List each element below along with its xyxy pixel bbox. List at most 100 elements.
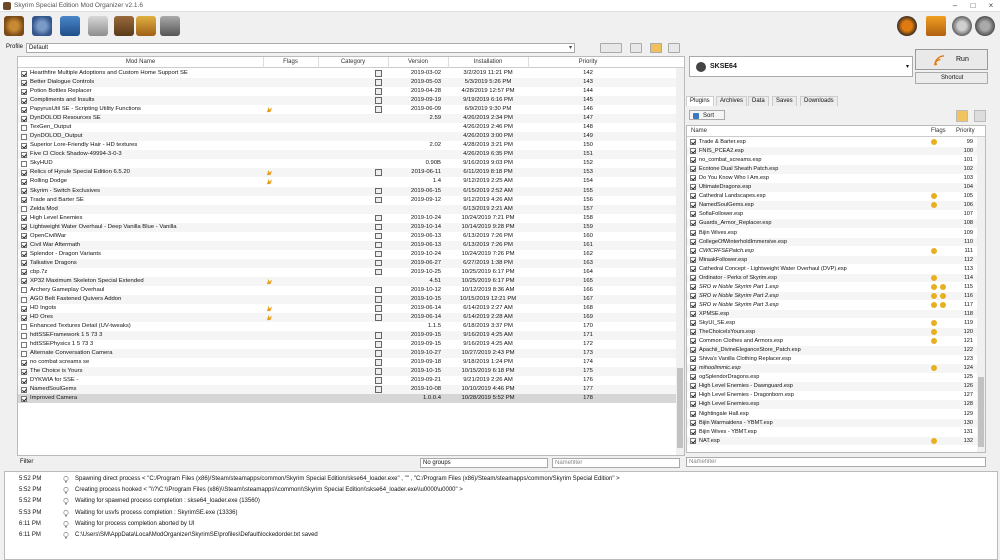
mod-row[interactable]: Civil War Aftermath 2019-06-13 6/13/2019 7… — [18, 240, 684, 250]
column-priority[interactable]: Priority — [543, 59, 633, 65]
mod-row[interactable]: The Choice is Yours 2019-10-15 10/15/2019 … — [18, 367, 684, 377]
column-plugin-priority[interactable]: Priority — [956, 128, 975, 134]
mod-row[interactable]: OpenCivilWar 2019-06-13 6/13/2019 7:26 PM 1… — [18, 232, 684, 241]
mod-enable-checkbox[interactable] — [21, 224, 27, 231]
mod-enable-checkbox[interactable] — [21, 341, 27, 348]
plugin-row[interactable]: Guards_Armor_Replacer.esp 108 — [687, 219, 977, 228]
mod-row[interactable]: Potion Bottles Replacer 2019-04-28 4/28/20… — [18, 87, 684, 96]
plugin-enable-checkbox[interactable] — [690, 338, 696, 345]
plugin-enable-checkbox[interactable] — [690, 401, 696, 408]
plugin-lock-icon[interactable] — [974, 110, 986, 122]
mod-enable-checkbox[interactable] — [21, 88, 27, 95]
column-mod-name[interactable]: Mod Name — [18, 59, 263, 65]
shortcut-button[interactable]: Shortcut — [915, 72, 988, 84]
executables-icon[interactable] — [114, 16, 134, 36]
instance-icon[interactable] — [4, 16, 24, 36]
mod-row[interactable]: hdtSSEPhysics 1 5 73 3 2019-09-15 9/16/201… — [18, 340, 684, 349]
plugin-row[interactable]: ogSplendorDragons.esp 125 — [687, 373, 977, 381]
mod-row[interactable]: AGO Belt Fastened Quivers Addon 2019-10-1… — [18, 295, 684, 305]
mod-row[interactable]: DYKWIA for SSE - 2019-09-21 9/21/2019 2:26… — [18, 376, 684, 385]
mod-row[interactable]: SkyHUD 0.90B 9/16/2019 9:03 PM 152 — [18, 159, 684, 168]
column-flags[interactable]: Flags — [263, 59, 318, 65]
plugin-enable-checkbox[interactable] — [690, 148, 696, 155]
plugin-row[interactable]: High Level Enemies.esp 128 — [687, 400, 977, 409]
mod-enable-checkbox[interactable] — [21, 106, 27, 113]
column-name[interactable]: Name — [691, 128, 707, 134]
plugin-enable-checkbox[interactable] — [690, 437, 696, 444]
mod-enable-checkbox[interactable] — [21, 70, 27, 77]
mod-row[interactable]: Splendor - Dragon Variants 2019-10-24 10/2… — [18, 250, 684, 259]
tools-icon[interactable] — [136, 16, 156, 36]
plugin-enable-checkbox[interactable] — [690, 374, 696, 381]
mod-row[interactable]: Alternate Conversation Camera 2019-10-27 1… — [18, 349, 684, 359]
mod-row[interactable]: TexGen_Output 4/26/2019 2:46 PM 148 — [18, 123, 684, 132]
plugin-row[interactable]: NAT.esp 132 — [687, 436, 977, 446]
mod-enable-checkbox[interactable] — [21, 142, 27, 149]
plugin-row[interactable]: Cathedral Landscapes.esp 105 — [687, 192, 977, 200]
minimize-button[interactable]: – — [950, 1, 960, 11]
plugin-row[interactable]: XPMSE.esp 118 — [687, 309, 977, 319]
mod-row[interactable]: Superior Lore-Friendly Hair - HD texture… — [18, 141, 684, 150]
plugin-enable-checkbox[interactable] — [690, 274, 696, 281]
mod-enable-checkbox[interactable] — [21, 296, 27, 303]
close-button[interactable]: × — [986, 1, 996, 11]
sort-button[interactable]: Sort — [689, 110, 725, 120]
mod-row[interactable]: no combat screams se 2019-09-18 9/18/2019 … — [18, 358, 684, 367]
executable-select[interactable]: SKSE64 ▾ — [689, 56, 913, 77]
groups-select[interactable]: No groups — [420, 458, 548, 468]
plugin-row[interactable]: Cathedral Concept - Lightweight Water Ov… — [687, 265, 977, 273]
mod-enable-checkbox[interactable] — [21, 242, 27, 249]
plugin-row[interactable]: Nightingale Hall.esp 129 — [687, 410, 977, 418]
plugin-enable-checkbox[interactable] — [690, 283, 696, 290]
plugin-row[interactable]: SRO w Noble Skyrim Part 3.esp 117 — [687, 301, 977, 309]
column-version[interactable]: Version — [388, 59, 448, 65]
tab-plugins[interactable]: Plugins — [686, 96, 714, 106]
mod-row[interactable]: Hearthfire Multiple Adoptions and Custom… — [18, 69, 684, 78]
mod-enable-checkbox[interactable] — [21, 359, 27, 366]
plugin-enable-checkbox[interactable] — [690, 329, 696, 336]
plugin-enable-checkbox[interactable] — [690, 356, 696, 363]
mod-enable-checkbox[interactable] — [21, 79, 27, 86]
mod-enable-checkbox[interactable] — [21, 323, 27, 330]
plugin-enable-checkbox[interactable] — [690, 175, 696, 182]
plugin-row[interactable]: Bijin Wives.esp 109 — [687, 229, 977, 237]
plugin-row[interactable]: mihoolimmic.esp 124 — [687, 364, 977, 373]
profile-menu-button[interactable] — [600, 43, 622, 53]
plugin-row[interactable]: SRO w Noble Skyrim Part 2.esp 116 — [687, 291, 977, 301]
plugin-enable-checkbox[interactable] — [690, 392, 696, 399]
plugin-row[interactable]: TheChoiceIsYours.esp 120 — [687, 328, 977, 337]
mod-enable-checkbox[interactable] — [21, 395, 27, 402]
plugin-row[interactable]: NamedSoulGems.esp 106 — [687, 201, 977, 210]
update-icon[interactable] — [897, 16, 917, 36]
plugin-enable-checkbox[interactable] — [690, 238, 696, 245]
mod-enable-checkbox[interactable] — [21, 133, 27, 140]
plugin-enable-checkbox[interactable] — [690, 211, 696, 218]
mod-row[interactable]: hdtSSEFramework 1 5 73 3 2019-09-15 9/16/2… — [18, 331, 684, 341]
mod-row[interactable]: Zelda Mod 6/13/2019 2:21 AM 157 — [18, 204, 684, 214]
mod-enable-checkbox[interactable] — [21, 350, 27, 357]
plugin-enable-checkbox[interactable] — [690, 365, 696, 372]
plugin-row[interactable]: Apachii_DivineEleganceStore_Patch.esp 122 — [687, 346, 977, 355]
plugin-row[interactable]: CWICRFSEPatch.esp 111 — [687, 247, 977, 255]
plugin-row[interactable]: Bijin Wives - YBMT.esp 131 — [687, 428, 977, 436]
tab-data[interactable]: Data — [748, 96, 769, 106]
plugin-row[interactable]: High Level Enemies - Dawnguard.esp 126 — [687, 382, 977, 391]
mod-row[interactable]: Five Cl Clock Shadow-49994-3-0-3 4/26/201… — [18, 150, 684, 160]
mod-row[interactable]: Relics of Hyrule Special Edition 6.5.20 2… — [18, 168, 684, 178]
mod-enable-checkbox[interactable] — [21, 160, 27, 167]
mod-enable-checkbox[interactable] — [21, 251, 27, 258]
plugin-list[interactable]: Name Flags Priority Trade & Barter.esp 99… — [686, 125, 986, 453]
plugin-row[interactable]: MiraakFollower.esp 112 — [687, 255, 977, 265]
mod-enable-checkbox[interactable] — [21, 386, 27, 393]
mod-row[interactable]: PapyrusUtil SE - Scripting Utility Funct… — [18, 105, 684, 114]
mod-row[interactable]: Trade and Barter SE 2019-09-12 9/12/2019 4… — [18, 196, 684, 205]
mod-row[interactable]: DynDOLOD_Output 4/26/2019 3:00 PM 149 — [18, 132, 684, 142]
tab-downloads[interactable]: Downloads — [800, 96, 838, 106]
mod-enable-checkbox[interactable] — [21, 305, 27, 312]
mod-enable-checkbox[interactable] — [21, 377, 27, 384]
plugin-enable-checkbox[interactable] — [690, 166, 696, 173]
profile-select[interactable]: Default ▾ — [26, 43, 575, 53]
mod-enable-checkbox[interactable] — [21, 260, 27, 267]
plugin-row[interactable]: Bijin Warmaidens - YBMT.esp 130 — [687, 418, 977, 427]
mod-enable-checkbox[interactable] — [21, 233, 27, 240]
